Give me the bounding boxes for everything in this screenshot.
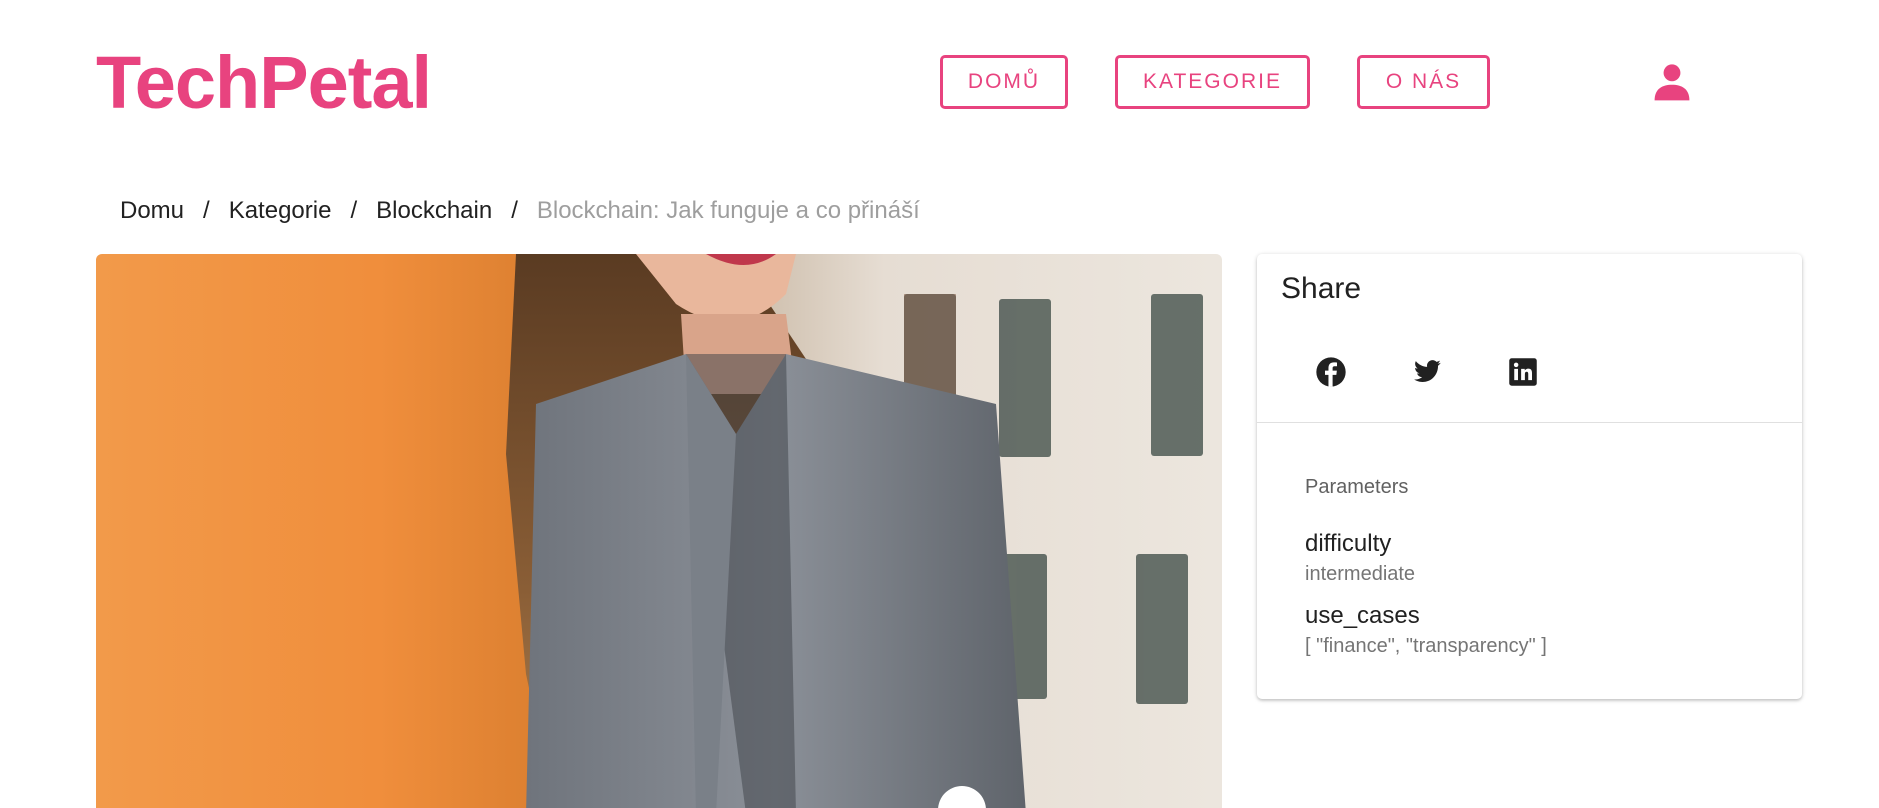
breadcrumb-separator: / [511, 197, 518, 224]
facebook-icon [1316, 357, 1346, 387]
breadcrumb: Domu / Kategorie / Blockchain / Blockcha… [120, 193, 920, 229]
parameters-heading: Parameters [1305, 476, 1409, 498]
site-logo[interactable]: TechPetal [96, 38, 432, 128]
breadcrumb-separator: / [350, 197, 358, 224]
breadcrumb-home[interactable]: Domu [120, 197, 184, 225]
breadcrumb-categories[interactable]: Kategorie [229, 197, 332, 225]
share-linkedin-button[interactable] [1493, 342, 1553, 402]
twitter-icon [1414, 360, 1441, 382]
breadcrumb-blockchain[interactable]: Blockchain [376, 197, 492, 225]
breadcrumb-current-page: Blockchain: Jak funguje a co přináší [536, 197, 920, 224]
nav-home-button[interactable]: DOMŮ [940, 55, 1068, 109]
param-value-use-cases: [ "finance", "transparency" ] [1305, 635, 1547, 657]
share-card: Share Parameters difficulty intermediate… [1257, 254, 1802, 699]
site-header: TechPetal DOMŮ KATEGORIE O NÁS [0, 0, 1879, 165]
user-account-button[interactable] [1648, 58, 1696, 106]
share-twitter-button[interactable] [1397, 342, 1457, 402]
hero-photo [96, 254, 1222, 808]
param-value-difficulty: intermediate [1305, 563, 1416, 585]
account-icon [1654, 64, 1690, 101]
share-facebook-button[interactable] [1301, 342, 1361, 402]
nav-categories-button[interactable]: KATEGORIE [1115, 55, 1310, 109]
nav-about-button[interactable]: O NÁS [1357, 55, 1490, 109]
param-name-use-cases: use_cases [1305, 602, 1420, 629]
linkedin-icon [1509, 358, 1537, 386]
card-divider [1257, 422, 1802, 423]
param-name-difficulty: difficulty [1305, 530, 1392, 557]
breadcrumb-separator: / [203, 197, 210, 224]
article-hero-image [96, 254, 1222, 808]
share-title: Share [1281, 272, 1362, 305]
